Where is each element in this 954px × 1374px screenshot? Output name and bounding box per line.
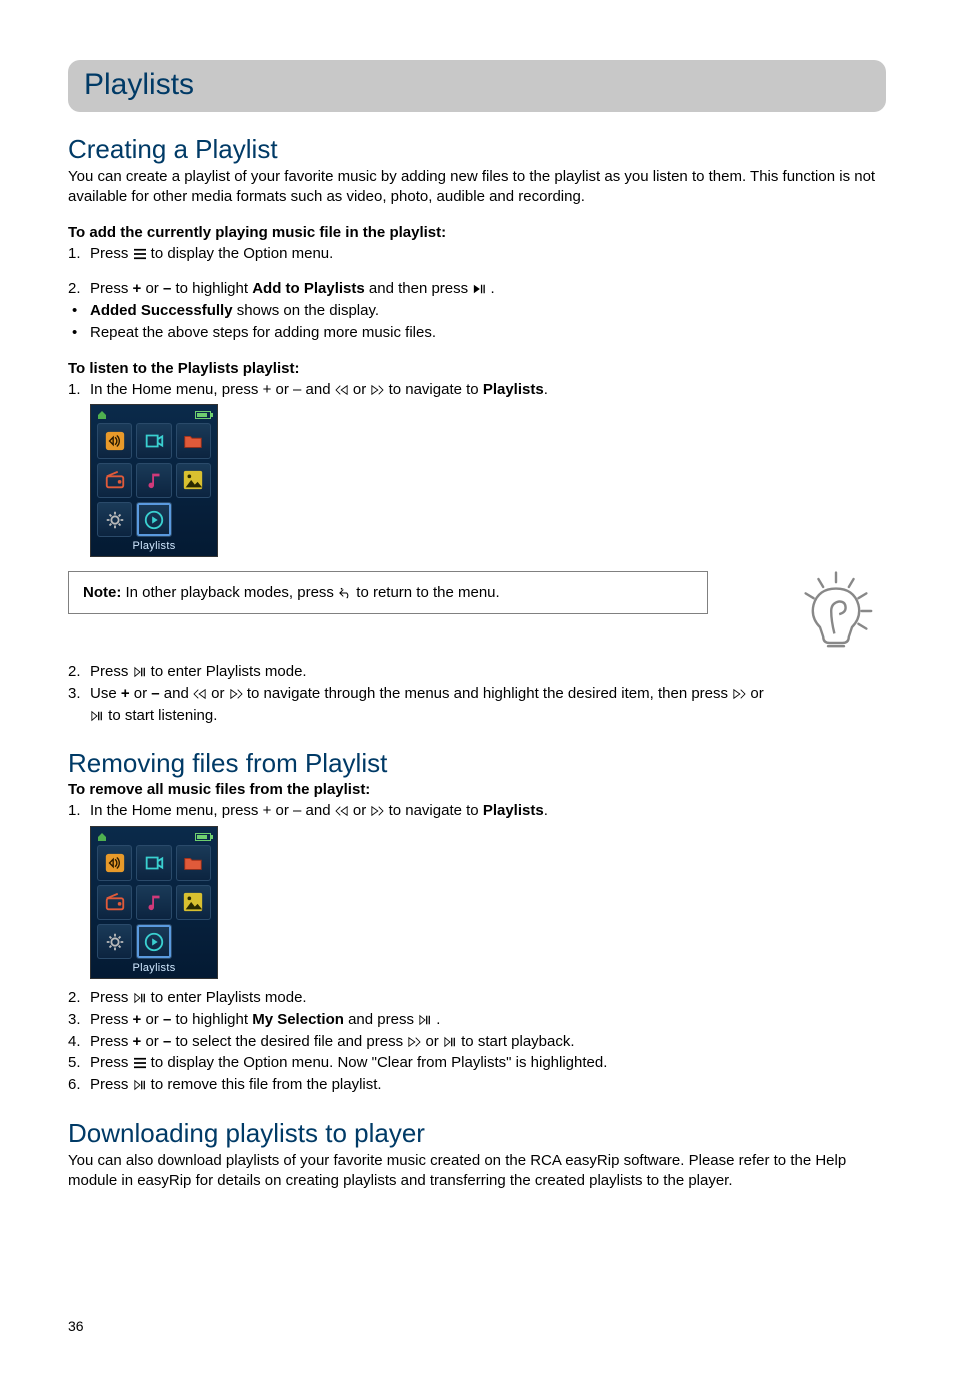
play-pause-icon bbox=[133, 666, 147, 678]
device-label-2: Playlists bbox=[97, 959, 211, 976]
play-pause-icon bbox=[418, 1014, 432, 1026]
remove-steps: 2. Press to enter Playlists mode. 3. Pre… bbox=[68, 987, 886, 1096]
add-bullets: Added Successfully shows on the display.… bbox=[68, 300, 886, 344]
device-radio-icon bbox=[97, 885, 132, 920]
page-number: 36 bbox=[68, 1318, 84, 1334]
device-playlists-icon bbox=[136, 502, 171, 537]
device-video-icon bbox=[136, 845, 171, 880]
device-home-icon bbox=[97, 410, 107, 420]
remove-5: 5. Press to display the Option menu. Now… bbox=[68, 1052, 886, 1074]
listen-2: 2. Press to enter Playlists mode. bbox=[68, 661, 886, 683]
play-pause-icon bbox=[90, 710, 104, 722]
next-icon bbox=[407, 1036, 421, 1048]
remove-step1: 1. In the Home menu, press + or – and or… bbox=[68, 800, 886, 822]
device-home-icon bbox=[97, 832, 107, 842]
next-icon bbox=[370, 805, 384, 817]
device-audible-icon bbox=[97, 423, 132, 458]
page-title-bar: Playlists bbox=[68, 60, 886, 112]
prev-icon bbox=[193, 688, 207, 700]
add-steps: 1. Press to display the Option menu. bbox=[68, 243, 886, 265]
device-playlists-icon bbox=[136, 924, 171, 959]
creating-intro: You can create a playlist of your favori… bbox=[68, 167, 886, 208]
bullet-repeat: Repeat the above steps for adding more m… bbox=[68, 322, 886, 344]
listen-3: 3. Use + or – and or to navigate through… bbox=[68, 683, 886, 727]
device-photo-icon bbox=[176, 885, 211, 920]
play-pause-icon bbox=[472, 283, 486, 295]
note-label: Note: bbox=[83, 584, 121, 601]
step-2: 2. Press + or – to highlight Add to Play… bbox=[68, 278, 886, 300]
prev-icon bbox=[335, 384, 349, 396]
remove-2: 2. Press to enter Playlists mode. bbox=[68, 987, 886, 1009]
device-music-icon bbox=[136, 885, 171, 920]
heading-removing: Removing files from Playlist bbox=[68, 748, 886, 779]
remove-4: 4. Press + or – to select the desired fi… bbox=[68, 1031, 886, 1053]
add-steps-2: 2. Press + or – to highlight Add to Play… bbox=[68, 278, 886, 300]
play-pause-icon bbox=[133, 1079, 147, 1091]
menu-icon bbox=[133, 248, 147, 260]
device-audible-icon bbox=[97, 845, 132, 880]
note-box: Note: In other playback modes, press to … bbox=[68, 571, 708, 614]
play-pause-icon bbox=[133, 992, 147, 1004]
device-files-icon bbox=[176, 845, 211, 880]
device-screenshot: Playlists bbox=[90, 404, 218, 557]
device-files-icon bbox=[176, 423, 211, 458]
play-pause-icon bbox=[443, 1036, 457, 1048]
remove-3: 3. Press + or – to highlight My Selectio… bbox=[68, 1009, 886, 1031]
heading-downloading: Downloading playlists to player bbox=[68, 1118, 886, 1149]
listen-1: 1. In the Home menu, press + or – and or… bbox=[68, 379, 886, 401]
next-icon bbox=[229, 688, 243, 700]
sub-listen: To listen to the Playlists playlist: bbox=[68, 360, 886, 377]
prev-icon bbox=[335, 805, 349, 817]
remove-6: 6. Press to remove this file from the pl… bbox=[68, 1074, 886, 1096]
step-1: 1. Press to display the Option menu. bbox=[68, 243, 886, 265]
tip-bulb-icon bbox=[796, 571, 876, 651]
sub-add-current: To add the currently playing music file … bbox=[68, 224, 886, 241]
listen-steps-23: 2. Press to enter Playlists mode. 3. Use… bbox=[68, 661, 886, 726]
device-radio-icon bbox=[97, 463, 132, 498]
device-settings-icon bbox=[97, 924, 132, 959]
device-screenshot-2: Playlists bbox=[90, 826, 218, 979]
remove-1: 1. In the Home menu, press + or – and or… bbox=[68, 800, 886, 822]
menu-icon bbox=[133, 1057, 147, 1069]
device-photo-icon bbox=[176, 463, 211, 498]
device-video-icon bbox=[136, 423, 171, 458]
downloading-body: You can also download playlists of your … bbox=[68, 1151, 886, 1192]
sub-remove: To remove all music files from the playl… bbox=[68, 781, 886, 798]
next-icon bbox=[370, 384, 384, 396]
bullet-added: Added Successfully shows on the display. bbox=[68, 300, 886, 322]
listen-step1: 1. In the Home menu, press + or – and or… bbox=[68, 379, 886, 401]
device-battery-icon bbox=[195, 411, 211, 419]
device-label: Playlists bbox=[97, 537, 211, 554]
device-music-icon bbox=[136, 463, 171, 498]
heading-creating: Creating a Playlist bbox=[68, 134, 886, 165]
device-battery-icon bbox=[195, 833, 211, 841]
next-icon bbox=[732, 688, 746, 700]
device-settings-icon bbox=[97, 502, 132, 537]
back-icon bbox=[338, 587, 352, 599]
page-title: Playlists bbox=[84, 68, 870, 102]
